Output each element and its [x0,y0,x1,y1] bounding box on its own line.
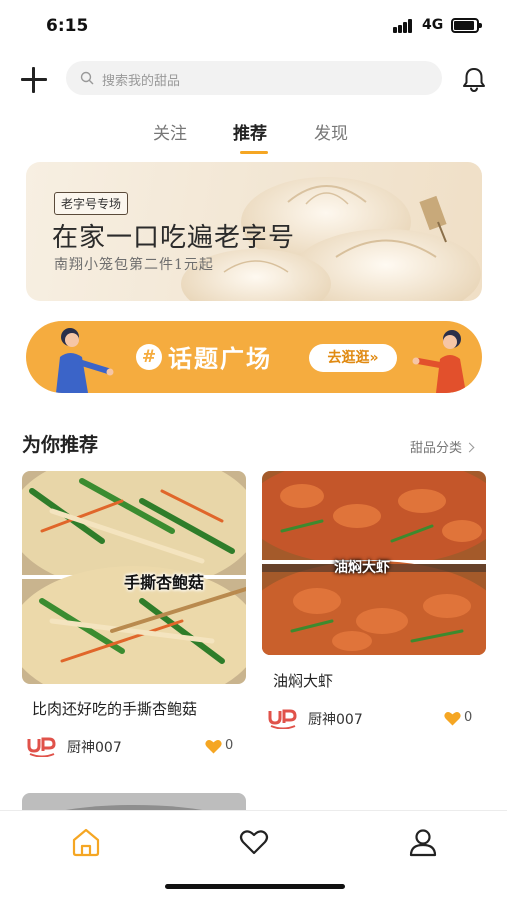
signal-icon [393,19,417,33]
bell-icon[interactable] [459,64,489,94]
topic-plaza-banner[interactable]: # 话题广场 去逛逛» [26,321,482,393]
tab-recommend[interactable]: 推荐 [233,119,267,144]
like-count: 0 [225,738,234,753]
recipe-card-image-1[interactable]: 手撕杏鲍菇 [22,471,246,684]
author-logo[interactable] [268,707,298,729]
network-label: 4G [422,17,444,33]
like-counter[interactable]: 0 [444,710,484,730]
recipe-title-2[interactable]: 油焖大虾 [273,670,333,691]
search-input[interactable]: 搜索我的甜品 [66,61,442,95]
section-title: 为你推荐 [22,434,99,456]
heart-icon[interactable] [237,825,271,859]
profile-icon[interactable] [406,825,440,859]
card-overlay-text-1: 手撕杏鲍菇 [124,573,205,592]
recipe-meta-2: 厨神007 0 [268,707,478,731]
home-indicator [165,884,345,889]
author-name[interactable]: 厨神007 [67,737,122,757]
recipe-card-image-2[interactable]: 油焖大虾 [262,471,486,655]
status-time: 6:15 [46,16,89,36]
banner-title: 在家一口吃遍老字号 [52,223,296,253]
search-placeholder: 搜索我的甜品 [102,74,181,89]
category-link-label: 甜品分类 [410,441,463,456]
hashtag-icon: # [136,344,162,370]
home-icon[interactable] [69,825,103,859]
chevron-right-icon [464,442,475,453]
author-logo[interactable] [27,735,57,757]
heart-icon [444,712,461,726]
topic-title: 话题广场 [168,345,272,373]
tab-follow[interactable]: 关注 [153,119,187,144]
recipe-meta-1: 厨神007 0 [27,735,237,759]
banner-subtitle: 南翔小笼包第二件1元起 [54,257,214,273]
heart-icon [205,740,222,754]
status-bar: 6:15 4G [0,0,507,52]
author-name[interactable]: 厨神007 [308,709,363,729]
search-icon [80,71,94,85]
browse-button[interactable]: 去逛逛» [309,344,397,372]
like-count: 0 [464,710,473,725]
like-counter[interactable]: 0 [205,738,245,758]
recipe-title-1[interactable]: 比肉还好吃的手撕杏鲍菇 [32,698,197,719]
add-button[interactable] [20,66,48,94]
card-overlay-text-2: 油焖大虾 [334,560,390,576]
battery-icon [451,18,482,33]
tab-discover[interactable]: 发现 [314,119,348,144]
active-tab-indicator [240,151,268,154]
category-link[interactable]: 甜品分类 [410,437,475,456]
promo-banner[interactable]: 老字号专场 在家一口吃遍老字号 南翔小笼包第二件1元起 [26,162,482,301]
person-illustration-right [412,330,466,393]
banner-tag: 老字号专场 [54,192,129,215]
person-illustration-left [56,328,114,393]
